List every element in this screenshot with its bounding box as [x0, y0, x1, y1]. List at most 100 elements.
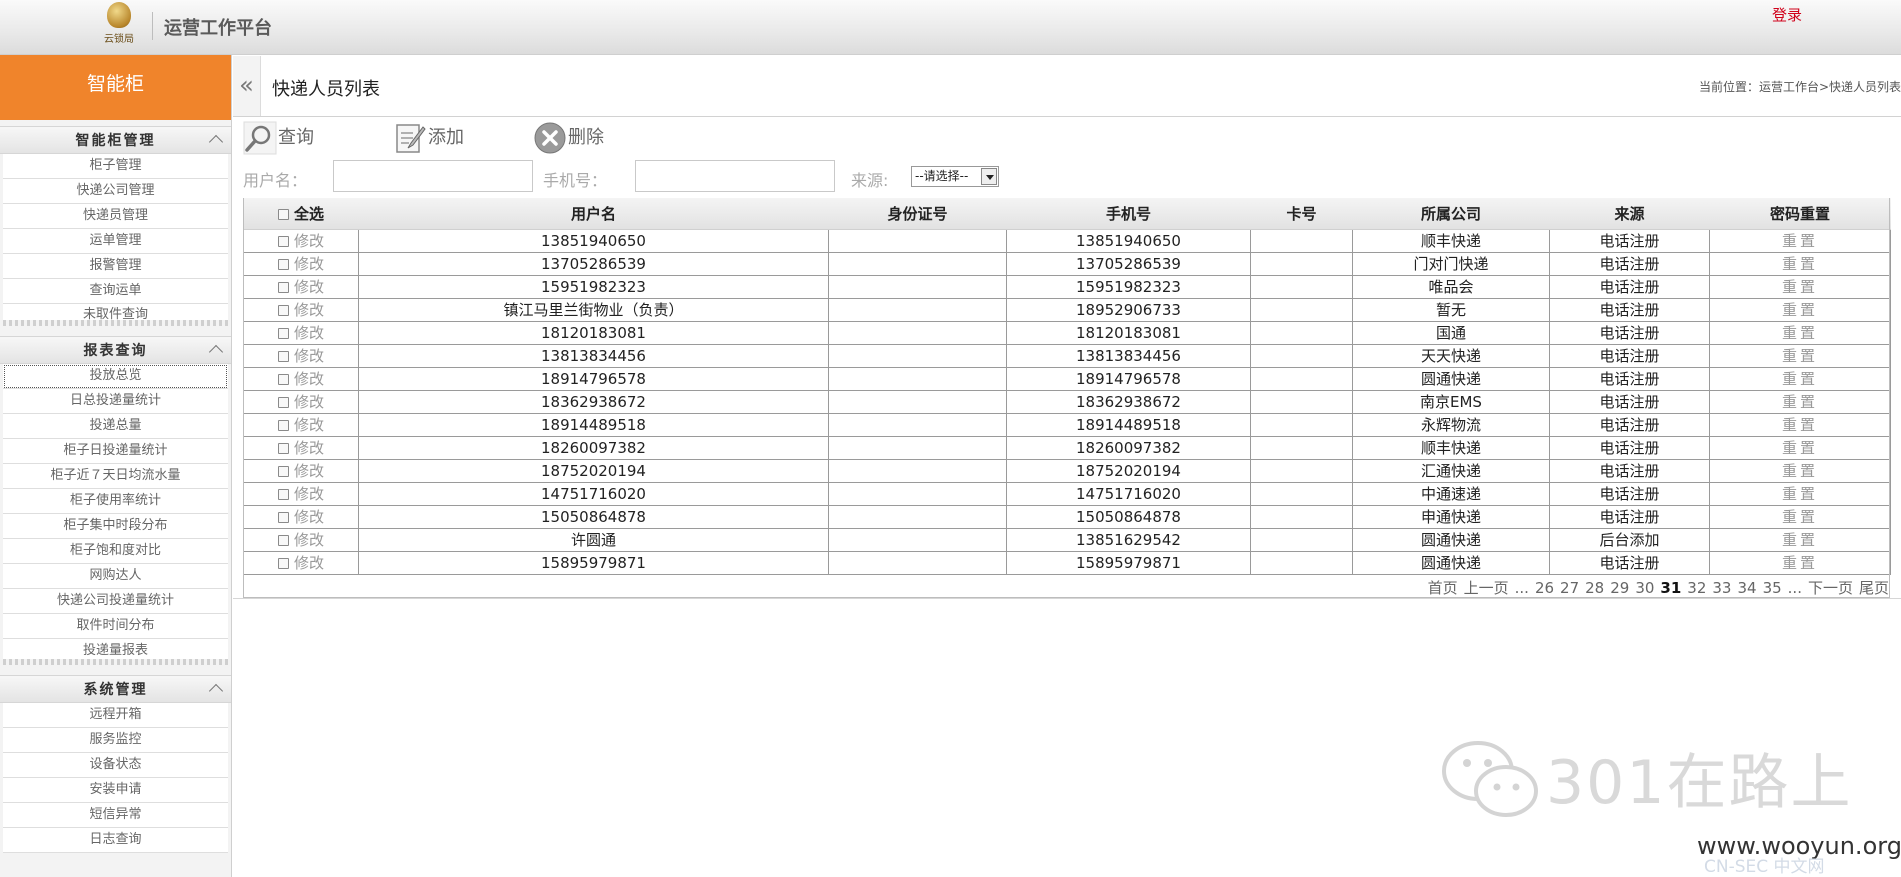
username-input[interactable] [333, 160, 533, 192]
edit-link[interactable]: 修改 [294, 462, 324, 480]
pager-page[interactable]: 30 [1635, 579, 1654, 597]
row-checkbox[interactable] [277, 535, 289, 546]
sidebar-group-header[interactable]: 智能柜管理 [0, 126, 231, 154]
reset-password-link[interactable]: 重置 [1782, 462, 1818, 480]
reset-password-link[interactable]: 重置 [1782, 416, 1818, 434]
row-checkbox[interactable] [277, 512, 289, 523]
sidebar-item[interactable]: 日总投递量统计 [3, 389, 228, 414]
sidebar-brand[interactable]: 智能柜 [0, 55, 231, 120]
edit-link[interactable]: 修改 [294, 301, 324, 319]
row-checkbox[interactable] [277, 420, 289, 431]
sidebar-item[interactable]: 取件时间分布 [3, 614, 228, 639]
sidebar-item[interactable]: 柜子使用率统计 [3, 489, 228, 514]
reset-password-link[interactable]: 重置 [1782, 347, 1818, 365]
sidebar-item[interactable]: 查询运单 [3, 279, 228, 304]
sidebar-group-header[interactable]: 报表查询 [0, 336, 231, 364]
row-checkbox[interactable] [277, 351, 289, 362]
query-button[interactable]: 查询 [243, 121, 314, 155]
sidebar-item[interactable]: 投递总量 [3, 414, 228, 439]
sidebar-item[interactable]: 柜子集中时段分布 [3, 514, 228, 539]
sidebar-item[interactable]: 快递公司投递量统计 [3, 589, 228, 614]
edit-link[interactable]: 修改 [294, 393, 324, 411]
add-button[interactable]: 添加 [393, 121, 464, 155]
edit-link[interactable]: 修改 [294, 324, 324, 342]
reset-password-link[interactable]: 重置 [1782, 324, 1818, 342]
chevron-up-icon[interactable] [208, 683, 224, 699]
reset-password-link[interactable]: 重置 [1782, 301, 1818, 319]
row-checkbox[interactable] [277, 489, 289, 500]
chevron-down-icon[interactable] [981, 168, 997, 185]
edit-link[interactable]: 修改 [294, 232, 324, 250]
pager-page[interactable]: 32 [1687, 579, 1706, 597]
edit-link[interactable]: 修改 [294, 485, 324, 503]
row-checkbox[interactable] [277, 466, 289, 477]
edit-link[interactable]: 修改 [294, 554, 324, 572]
reset-password-link[interactable]: 重置 [1782, 439, 1818, 457]
login-link[interactable]: 登录 [1772, 4, 1802, 25]
pager-ellipsis-left[interactable]: ... [1515, 579, 1529, 597]
reset-password-link[interactable]: 重置 [1782, 370, 1818, 388]
phone-input[interactable] [635, 160, 835, 192]
edit-link[interactable]: 修改 [294, 255, 324, 273]
reset-password-link[interactable]: 重置 [1782, 255, 1818, 273]
reset-password-link[interactable]: 重置 [1782, 232, 1818, 250]
pager-page[interactable]: 28 [1585, 579, 1604, 597]
row-checkbox[interactable] [277, 305, 289, 316]
sidebar-item[interactable]: 远程开箱 [3, 703, 228, 728]
source-select[interactable]: --请选择-- [911, 166, 999, 187]
pager-page[interactable]: 27 [1560, 579, 1579, 597]
pager-last[interactable]: 尾页 [1859, 579, 1889, 597]
edit-link[interactable]: 修改 [294, 531, 324, 549]
row-checkbox[interactable] [277, 443, 289, 454]
chevron-up-icon[interactable] [208, 344, 224, 360]
pager-prev[interactable]: 上一页 [1464, 579, 1509, 597]
sidebar-item[interactable]: 报警管理 [3, 254, 228, 279]
pager-page[interactable]: 29 [1610, 579, 1629, 597]
pager-page[interactable]: 35 [1763, 579, 1782, 597]
row-checkbox[interactable] [277, 236, 289, 247]
pager-page[interactable]: 31 [1660, 579, 1681, 597]
sidebar-item[interactable]: 柜子饱和度对比 [3, 539, 228, 564]
pager-next[interactable]: 下一页 [1808, 579, 1853, 597]
pager-ellipsis-right[interactable]: ... [1788, 579, 1802, 597]
sidebar-item[interactable]: 设备状态 [3, 753, 228, 778]
sidebar-item[interactable]: 日志查询 [3, 828, 228, 853]
edit-link[interactable]: 修改 [294, 278, 324, 296]
delete-button[interactable]: 删除 [533, 121, 604, 155]
row-checkbox[interactable] [277, 558, 289, 569]
sidebar-item[interactable]: 投递量报表 [3, 639, 228, 659]
chevron-up-icon[interactable] [208, 134, 224, 150]
sidebar-item[interactable]: 投放总览 [3, 364, 228, 389]
reset-password-link[interactable]: 重置 [1782, 508, 1818, 526]
sidebar-item[interactable]: 运单管理 [3, 229, 228, 254]
reset-password-link[interactable]: 重置 [1782, 278, 1818, 296]
sidebar-collapse-button[interactable]: « [233, 56, 261, 116]
sidebar-item[interactable]: 柜子管理 [3, 154, 228, 179]
sidebar-item[interactable]: 网购达人 [3, 564, 228, 589]
sidebar-item[interactable]: 服务监控 [3, 728, 228, 753]
row-checkbox[interactable] [277, 259, 289, 270]
sidebar-item[interactable]: 未取件查询 [3, 304, 228, 320]
row-checkbox[interactable] [277, 282, 289, 293]
edit-link[interactable]: 修改 [294, 347, 324, 365]
reset-password-link[interactable]: 重置 [1782, 554, 1818, 572]
select-all-header[interactable]: 全选 [243, 198, 359, 230]
reset-password-link[interactable]: 重置 [1782, 531, 1818, 549]
edit-link[interactable]: 修改 [294, 439, 324, 457]
pager-page[interactable]: 33 [1712, 579, 1731, 597]
sidebar-item[interactable]: 快递公司管理 [3, 179, 228, 204]
pager-page[interactable]: 34 [1737, 579, 1756, 597]
select-all-checkbox[interactable] [277, 208, 289, 220]
row-checkbox[interactable] [277, 328, 289, 339]
sidebar-item[interactable]: 短信异常 [3, 803, 228, 828]
edit-link[interactable]: 修改 [294, 416, 324, 434]
sidebar-item[interactable]: 柜子近７天日均流水量 [3, 464, 228, 489]
pager-first[interactable]: 首页 [1428, 579, 1458, 597]
sidebar-group-header[interactable]: 系统管理 [0, 675, 231, 703]
sidebar-item[interactable]: 安装申请 [3, 778, 228, 803]
sidebar-item[interactable]: 柜子日投递量统计 [3, 439, 228, 464]
sidebar-item[interactable]: 快递员管理 [3, 204, 228, 229]
pager-page[interactable]: 26 [1535, 579, 1554, 597]
row-checkbox[interactable] [277, 397, 289, 408]
reset-password-link[interactable]: 重置 [1782, 393, 1818, 411]
